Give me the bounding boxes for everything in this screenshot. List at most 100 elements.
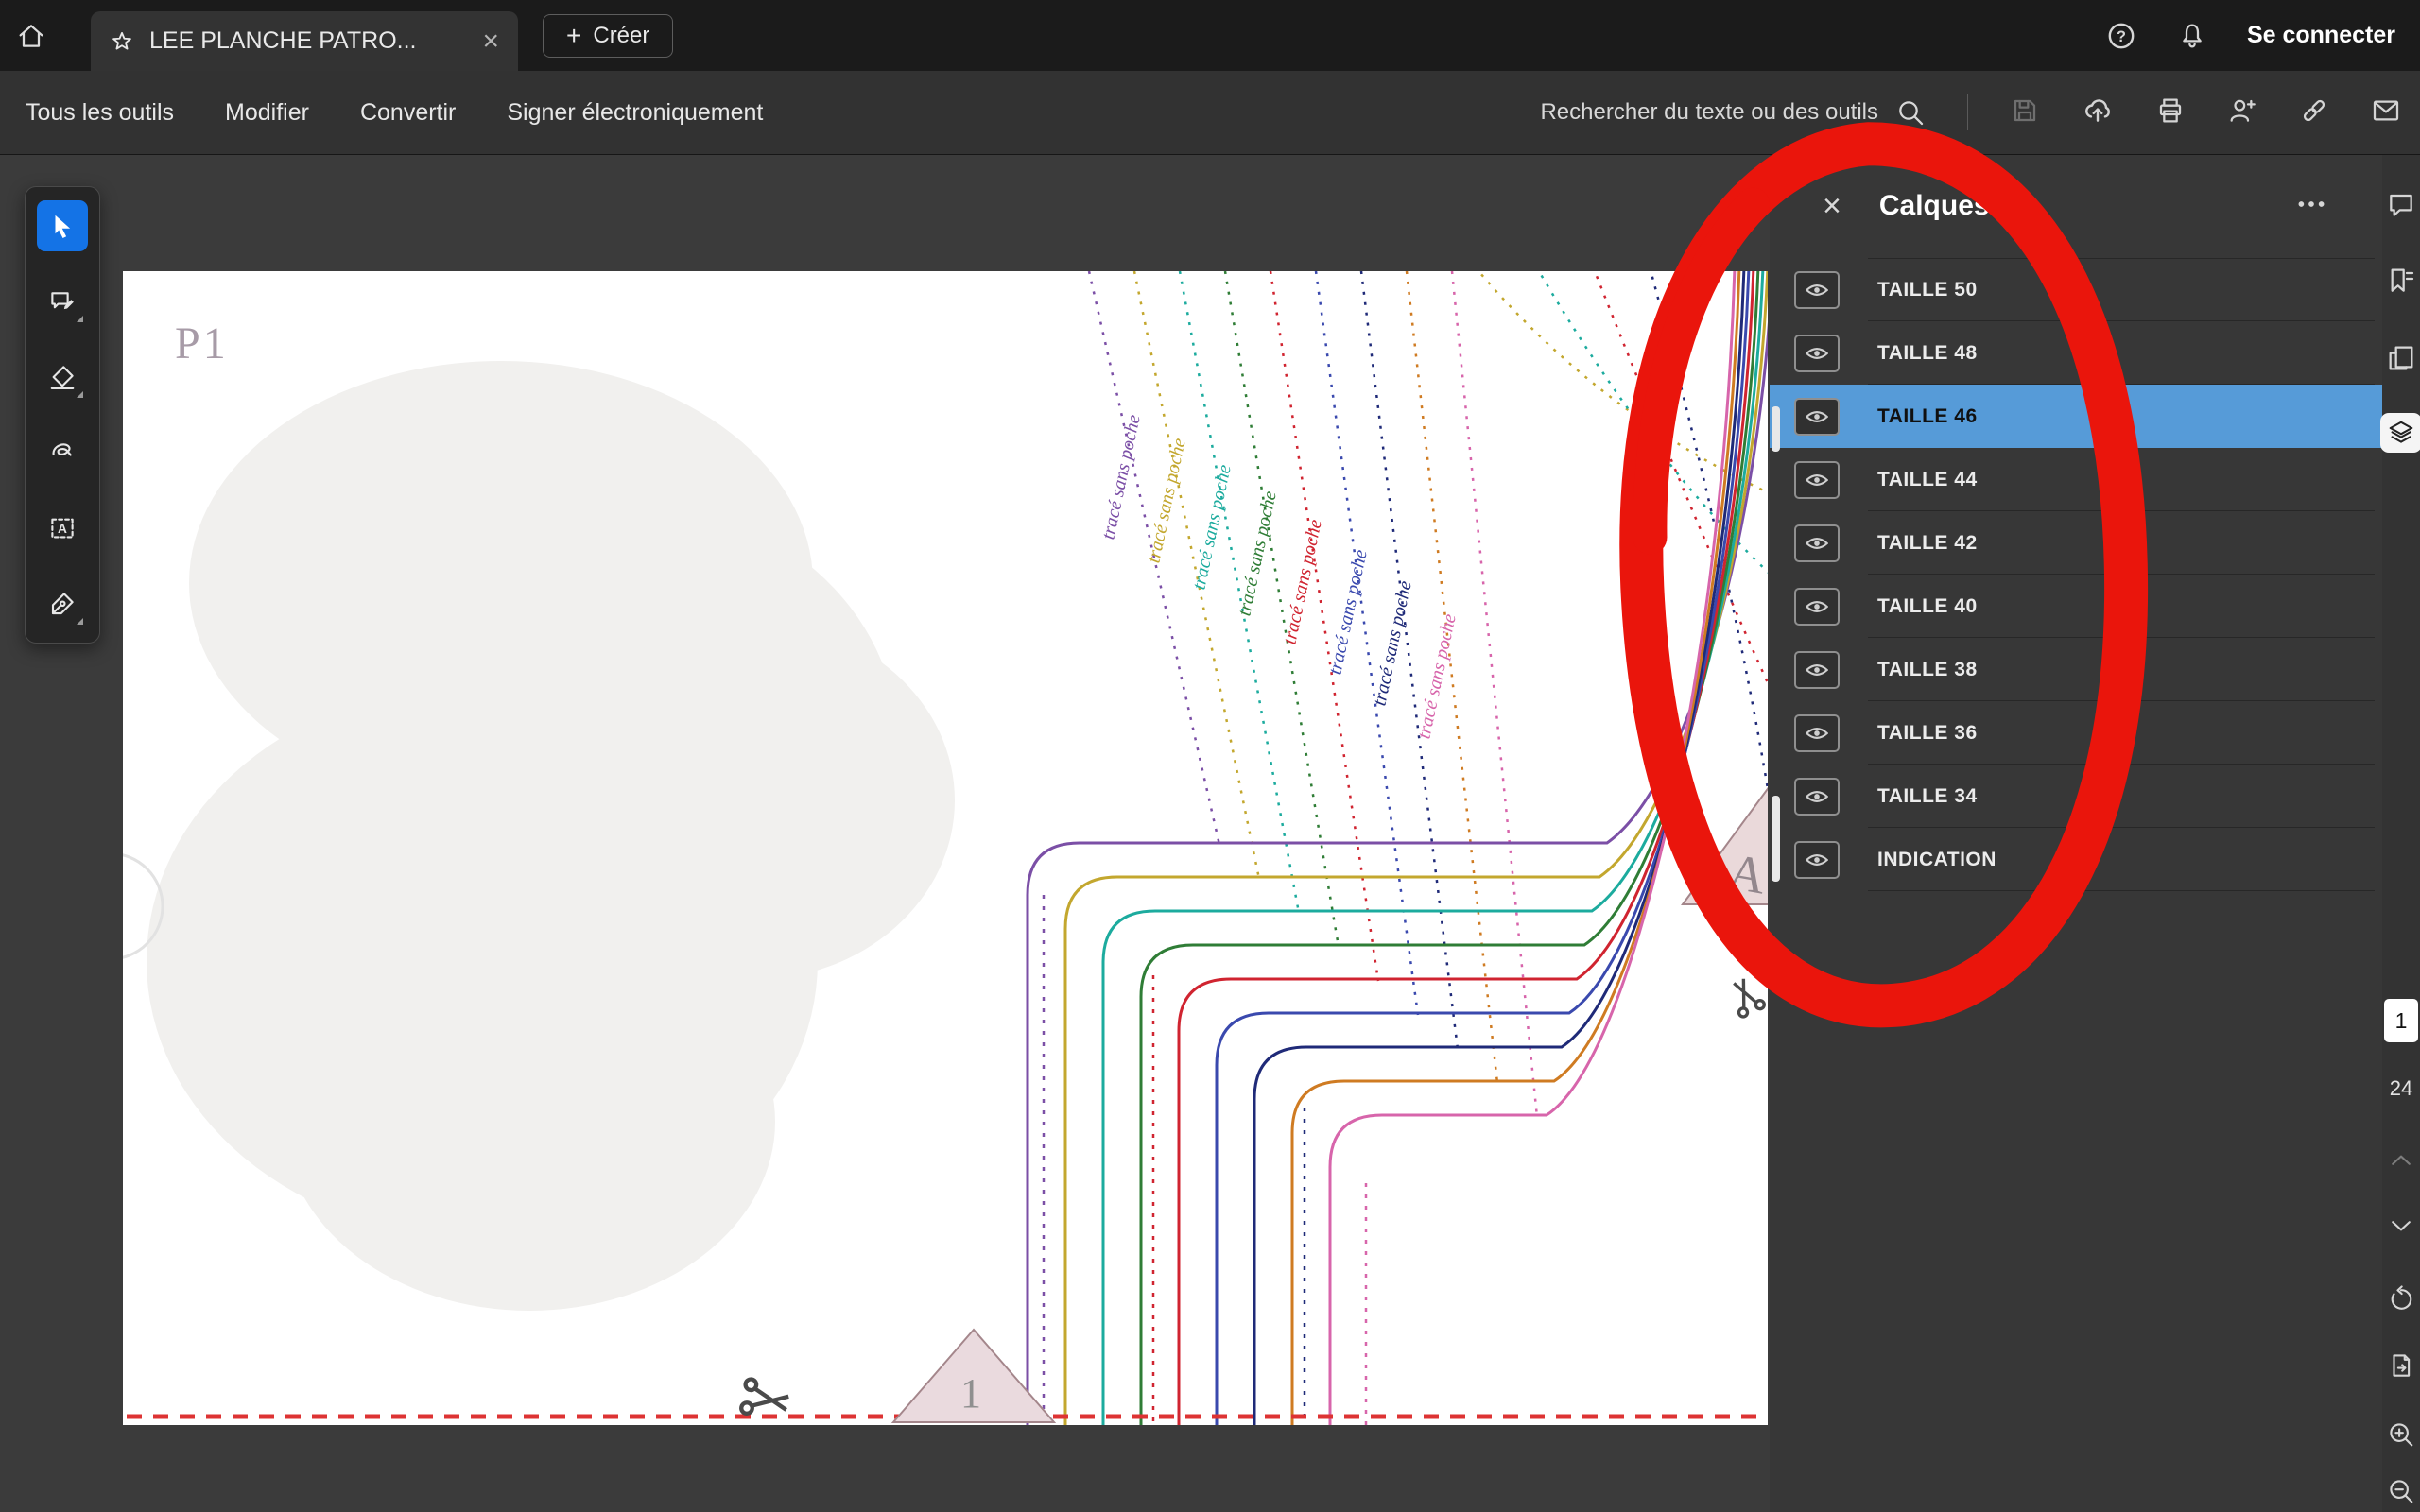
layer-row[interactable]: INDICATION: [1770, 828, 2382, 891]
text-select-icon: A: [48, 514, 77, 542]
highlight-tool[interactable]: [37, 352, 88, 403]
layer-visibility-toggle[interactable]: [1794, 588, 1840, 626]
tab-bar: LEE PLANCHE PATRO... × + Créer ? Se conn…: [0, 0, 2420, 71]
create-button[interactable]: + Créer: [543, 14, 673, 58]
layer-visibility-toggle[interactable]: [1794, 524, 1840, 562]
scrollbar-thumb[interactable]: [1772, 406, 1780, 452]
previous-page-button[interactable]: [2387, 1146, 2415, 1179]
layer-row-selected[interactable]: TAILLE 46: [1770, 385, 2382, 448]
trace-label: tracé sans poche: [1413, 612, 1460, 741]
draw-tool[interactable]: [37, 427, 88, 478]
search-field[interactable]: Rechercher du texte ou des outils: [1540, 97, 1926, 128]
layer-label: TAILLE 40: [1877, 595, 1978, 618]
tabbar-right: ? Se connecter: [2105, 20, 2420, 52]
comment-tool[interactable]: [37, 276, 88, 327]
link-icon: [2299, 95, 2329, 126]
mail-icon: [2371, 95, 2401, 126]
comments-panel-button[interactable]: [2386, 190, 2416, 225]
trace-label: tracé sans poche: [1279, 518, 1325, 646]
print-button[interactable]: [2155, 95, 2186, 130]
layer-visibility-toggle[interactable]: [1794, 778, 1840, 816]
person-add-icon: [2227, 95, 2257, 126]
text-select-tool[interactable]: A: [37, 503, 88, 554]
plus-icon: +: [566, 23, 581, 49]
share-link-button[interactable]: [2299, 95, 2329, 130]
layers-panel: × Calques TAILLE 50 TAILLE 48 TAILLE 46: [1770, 154, 2383, 1512]
layer-visibility-toggle[interactable]: [1794, 335, 1840, 372]
layer-row[interactable]: TAILLE 38: [1770, 638, 2382, 701]
layer-label: TAILLE 34: [1877, 785, 1978, 808]
bookmarks-panel-button[interactable]: [2386, 266, 2416, 301]
zoom-in-button[interactable]: [2387, 1420, 2415, 1453]
pdf-page[interactable]: P1: [123, 271, 1768, 1425]
layers-panel-button[interactable]: [2380, 413, 2420, 453]
layer-row[interactable]: TAILLE 42: [1770, 511, 2382, 575]
menu-esign[interactable]: Signer électroniquement: [481, 99, 788, 127]
layer-row[interactable]: TAILLE 44: [1770, 448, 2382, 511]
trace-labels: tracé sans poche tracé sans poche tracé …: [1098, 413, 1460, 741]
layer-label: TAILLE 44: [1877, 469, 1978, 491]
bell-icon: [2177, 21, 2207, 51]
rotate-page-button[interactable]: [2387, 1285, 2415, 1318]
trace-label: tracé sans poche: [1324, 548, 1371, 677]
tab-close-icon[interactable]: ×: [482, 27, 499, 56]
layer-row[interactable]: TAILLE 50: [1770, 258, 2382, 321]
scrollbar-thumb[interactable]: [1772, 796, 1780, 882]
dotted-fan: [1475, 271, 1768, 800]
upload-cloud-button[interactable]: [2082, 94, 2114, 131]
home-icon: [16, 21, 46, 51]
acrobat-window: LEE PLANCHE PATRO... × + Créer ? Se conn…: [0, 0, 2420, 1512]
layers-panel-title: Calques: [1879, 190, 1990, 222]
pages-panel-button[interactable]: [2386, 343, 2416, 378]
menu-all-tools[interactable]: Tous les outils: [0, 99, 199, 127]
layer-visibility-toggle[interactable]: [1794, 271, 1840, 309]
layer-visibility-toggle[interactable]: [1794, 651, 1840, 689]
dotted-traces: [1089, 271, 1537, 1117]
star-icon: [110, 29, 134, 54]
select-tool[interactable]: [37, 200, 88, 251]
search-label: Rechercher du texte ou des outils: [1540, 99, 1878, 126]
tab-title: LEE PLANCHE PATRO...: [149, 27, 467, 55]
menu-edit[interactable]: Modifier: [199, 99, 335, 127]
layer-label: TAILLE 38: [1877, 659, 1978, 681]
next-page-button[interactable]: [2387, 1211, 2415, 1245]
layer-row[interactable]: TAILLE 34: [1770, 765, 2382, 828]
layer-row[interactable]: TAILLE 40: [1770, 575, 2382, 638]
document-tab[interactable]: LEE PLANCHE PATRO... ×: [91, 11, 518, 71]
page-view-button[interactable]: [2387, 1351, 2415, 1384]
zoom-out-icon: [2387, 1477, 2415, 1505]
layer-label: TAILLE 50: [1877, 279, 1978, 301]
notifications-button[interactable]: [2177, 21, 2207, 51]
layer-row[interactable]: TAILLE 48: [1770, 321, 2382, 385]
help-button[interactable]: ?: [2105, 20, 2137, 52]
panel-options-button[interactable]: [2295, 188, 2327, 225]
pages-icon: [2386, 343, 2416, 373]
layers-icon: [2387, 419, 2415, 447]
email-button[interactable]: [2371, 95, 2401, 130]
cursor-icon: [48, 212, 77, 240]
save-button[interactable]: [2010, 95, 2040, 130]
create-label: Créer: [593, 23, 649, 49]
layer-visibility-toggle[interactable]: [1794, 398, 1840, 436]
search-icon: [1895, 97, 1926, 128]
zoom-in-icon: [2387, 1420, 2415, 1449]
scissors-icon: [740, 1379, 790, 1420]
fill-sign-tool[interactable]: [37, 578, 88, 629]
layer-visibility-toggle[interactable]: [1794, 714, 1840, 752]
layer-label: INDICATION: [1877, 849, 1996, 871]
highlighter-icon: [48, 363, 77, 391]
layer-visibility-toggle[interactable]: [1794, 461, 1840, 499]
layer-visibility-toggle[interactable]: [1794, 841, 1840, 879]
trace-label: tracé sans poche: [1369, 579, 1415, 708]
current-page-input[interactable]: 1: [2384, 999, 2418, 1042]
total-pages-label: 24: [2390, 1076, 2412, 1101]
menu-convert[interactable]: Convertir: [335, 99, 481, 127]
zoom-out-button[interactable]: [2387, 1477, 2415, 1510]
layer-row[interactable]: TAILLE 36: [1770, 701, 2382, 765]
notch-label: 1: [960, 1370, 981, 1417]
panel-close-icon[interactable]: ×: [1823, 190, 1841, 222]
share-people-button[interactable]: [2227, 95, 2257, 130]
home-button[interactable]: [0, 0, 62, 71]
sign-in-button[interactable]: Se connecter: [2247, 22, 2395, 49]
trace-label: tracé sans poche: [1234, 490, 1280, 618]
